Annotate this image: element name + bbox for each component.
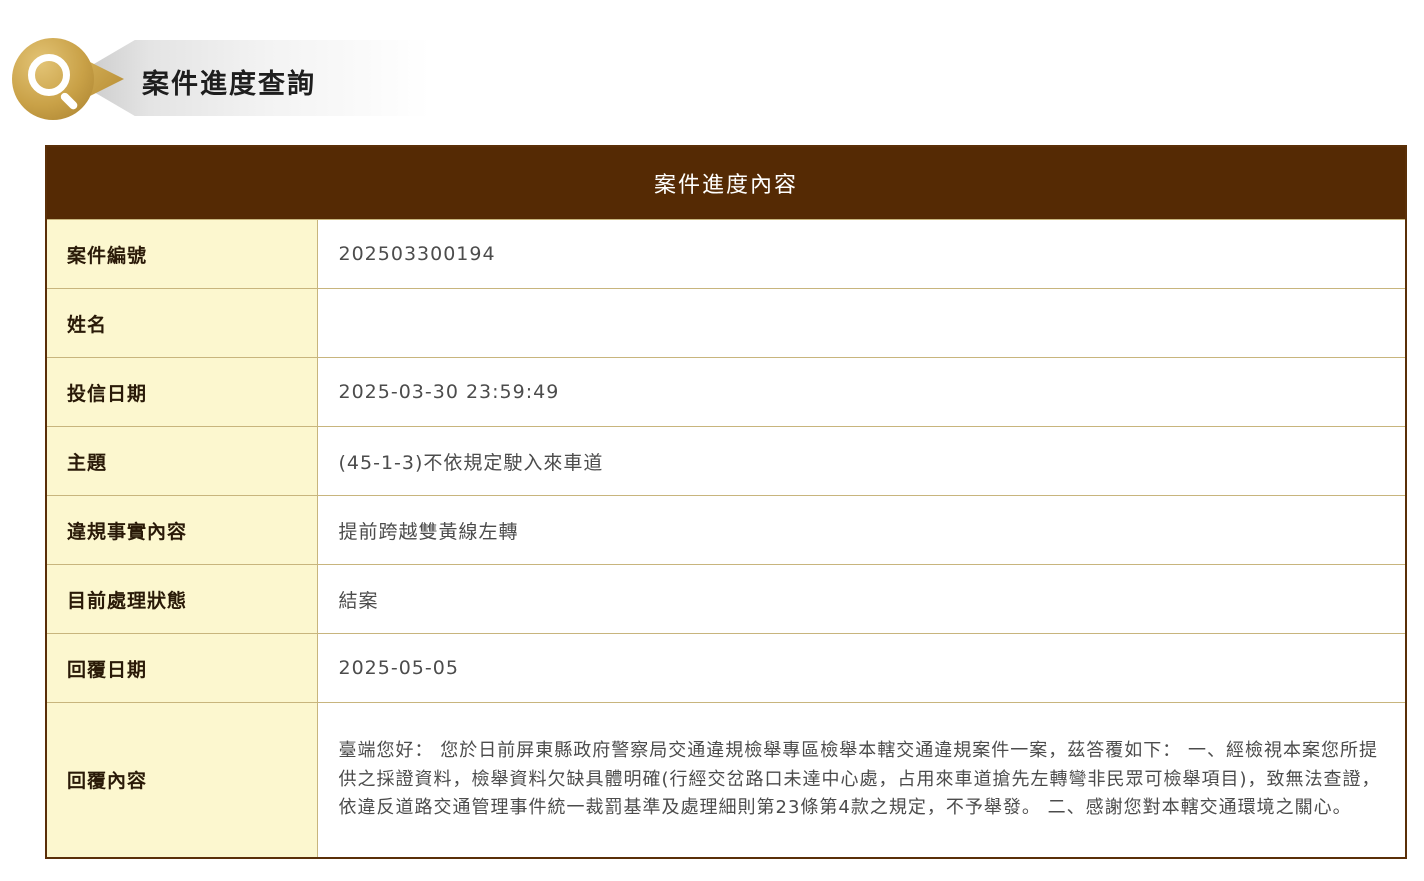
page-header: 案件進度查詢 — [12, 38, 432, 120]
case-progress-panel: 案件進度內容 案件編號 202503300194 姓名 投信日期 2025-03… — [45, 145, 1407, 859]
label-name: 姓名 — [47, 288, 318, 358]
label-violation-facts: 違規事實內容 — [47, 495, 318, 565]
label-submit-date: 投信日期 — [47, 357, 318, 427]
label-reply-content: 回覆內容 — [47, 702, 318, 857]
label-status: 目前處理狀態 — [47, 564, 318, 634]
value-status: 結案 — [317, 564, 1405, 634]
value-case-number: 202503300194 — [317, 219, 1405, 289]
row-reply-date: 回覆日期 2025-05-05 — [47, 633, 1405, 703]
case-detail-table: 案件編號 202503300194 姓名 投信日期 2025-03-30 23:… — [47, 219, 1405, 857]
value-subject: (45-1-3)不依規定駛入來車道 — [317, 426, 1405, 496]
panel-title: 案件進度內容 — [47, 147, 1405, 219]
row-submit-date: 投信日期 2025-03-30 23:59:49 — [47, 357, 1405, 427]
search-magnifier-icon — [12, 38, 94, 120]
value-reply-date: 2025-05-05 — [317, 633, 1405, 703]
row-case-number: 案件編號 202503300194 — [47, 219, 1405, 289]
label-reply-date: 回覆日期 — [47, 633, 318, 703]
magnifier-handle — [59, 91, 79, 111]
row-reply-content: 回覆內容 臺端您好： 您於日前屏東縣政府警察局交通違規檢舉專區檢舉本轄交通違規案… — [47, 702, 1405, 857]
label-case-number: 案件編號 — [47, 219, 318, 289]
label-subject: 主題 — [47, 426, 318, 496]
value-submit-date: 2025-03-30 23:59:49 — [317, 357, 1405, 427]
row-status: 目前處理狀態 結案 — [47, 564, 1405, 634]
value-violation-facts: 提前跨越雙黃線左轉 — [317, 495, 1405, 565]
magnifier-ring — [28, 54, 70, 96]
row-name: 姓名 — [47, 288, 1405, 358]
row-violation-facts: 違規事實內容 提前跨越雙黃線左轉 — [47, 495, 1405, 565]
page-title: 案件進度查詢 — [142, 69, 316, 100]
value-reply-content: 臺端您好： 您於日前屏東縣政府警察局交通違規檢舉專區檢舉本轄交通違規案件一案，茲… — [317, 702, 1405, 857]
row-subject: 主題 (45-1-3)不依規定駛入來車道 — [47, 426, 1405, 496]
value-name — [317, 288, 1405, 358]
